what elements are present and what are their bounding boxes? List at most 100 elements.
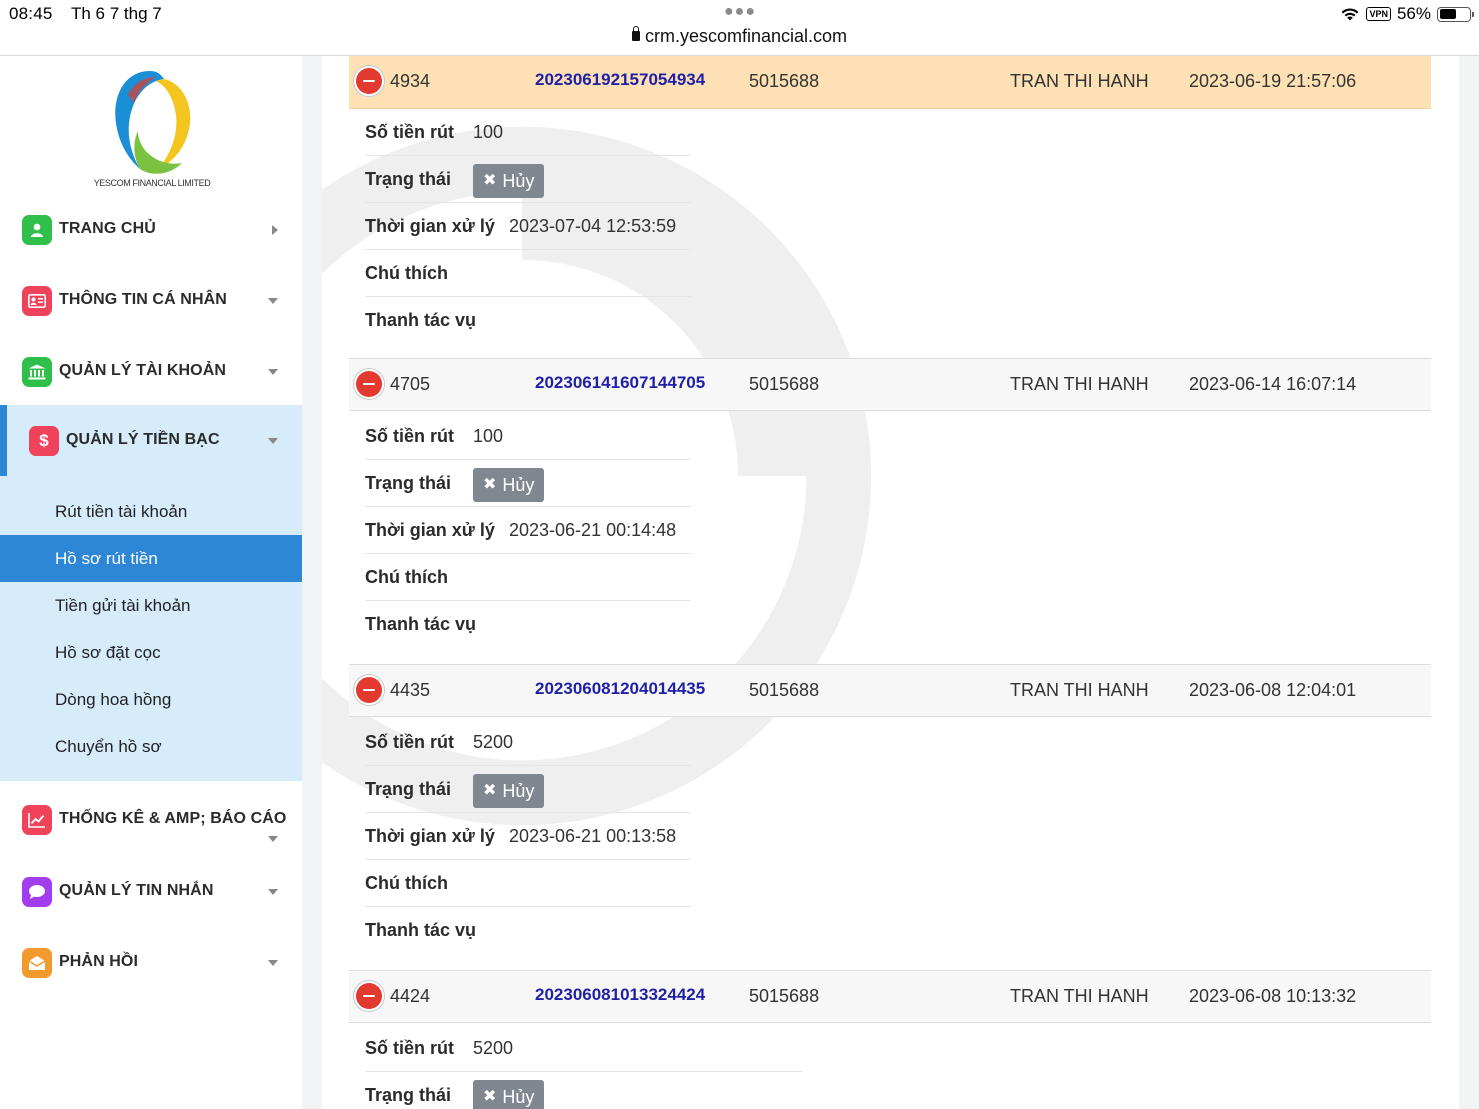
battery-level [1439,9,1456,19]
status-label: Trạng thái [365,779,452,799]
sidebar-item-money-management[interactable]: $ QUẢN LÝ TIỀN BẠC [7,411,302,471]
url-text: crm.yescomfinancial.com [644,26,848,46]
amount-label: Số tiền rút [365,122,454,142]
status-text: Hủy [502,781,535,801]
record-date: 2023-06-14 16:07:14 [1189,374,1357,394]
status-badge: ✖ Hủy [473,1080,545,1109]
more-dots-icon[interactable]: ●●● [724,3,756,21]
sidebar-item-home[interactable]: TRANG CHỦ [0,200,302,260]
record-name: TRAN THI HANH [1010,374,1149,394]
chevron-down-icon [268,438,278,444]
chevron-right-icon [272,225,278,235]
status-badge: ✖ Hủy [473,164,545,198]
status-row: Trạng thái ✖ Hủy [365,766,691,813]
record-code-link[interactable]: 202306081013324424 [535,985,705,1005]
amount-label: Số tiền rút [365,1038,454,1058]
user-icon [22,215,52,245]
submenu-item-withdraw-records[interactable]: Hồ sơ rút tiền [0,535,302,582]
submenu-item-withdraw[interactable]: Rút tiền tài khoản [0,488,302,535]
status-row: Trạng thái ✖ Hủy [365,1072,691,1109]
amount-row: Số tiền rút 100 [365,413,691,460]
sidebar-item-personal-info[interactable]: THÔNG TIN CÁ NHÂN [0,271,302,331]
submenu-item-deposit-records[interactable]: Hồ sơ đặt cọc [0,629,302,676]
chart-icon [22,805,52,835]
status-badge: ✖ Hủy [473,774,545,808]
collapse-icon[interactable] [356,677,382,703]
collapse-icon[interactable] [356,371,382,397]
amount-row: Số tiền rút 100 [365,109,691,156]
record-header-row[interactable]: 4934 202306192157054934 5015688 TRAN THI… [349,56,1431,109]
submenu-item-commission[interactable]: Dòng hoa hồng [0,676,302,723]
wifi-icon [1342,8,1359,21]
chevron-down-icon [268,889,278,895]
record-code-link[interactable]: 202306141607144705 [535,373,705,393]
record-id: 4435 [390,680,431,700]
chevron-down-icon [268,298,278,304]
note-row: Chú thích [365,250,691,297]
actions-label: Thanh tác vụ [365,920,477,940]
yescom-logo-icon [115,71,191,174]
submenu-item-transfer-records[interactable]: Chuyển hồ sơ [0,723,302,770]
chevron-down-icon [268,960,278,966]
submenu-label: Rút tiền tài khoản [55,502,188,521]
note-row: Chú thích [365,860,691,907]
submenu-label: Hồ sơ đặt cọc [55,643,161,662]
record-header-row[interactable]: 4705 202306141607144705 5015688 TRAN THI… [349,358,1431,411]
submenu-item-deposit[interactable]: Tiền gửi tài khoản [0,582,302,629]
sidebar-item-messages[interactable]: QUẢN LÝ TIN NHẮN [0,862,302,922]
status-text: Hủy [502,475,535,495]
status-label: Trạng thái [365,169,452,189]
envelope-icon [22,948,52,978]
record-account: 5015688 [749,71,820,91]
record-code-link[interactable]: 202306081204014435 [535,679,705,699]
address-bar[interactable]: crm.yescomfinancial.com [0,26,1479,47]
bank-icon [22,357,52,387]
main-area: 4934 202306192157054934 5015688 TRAN THI… [302,56,1479,1109]
record-account: 5015688 [749,986,820,1006]
amount-row: Số tiền rút 5200 [365,719,691,766]
status-row: Trạng thái ✖ Hủy [365,460,691,507]
sidebar-item-statistics[interactable]: THỐNG KÊ & AMP; BÁO CÁO [0,790,302,866]
record-date: 2023-06-19 21:57:06 [1189,71,1357,91]
record-header-row[interactable]: 4435 202306081204014435 5015688 TRAN THI… [349,664,1431,717]
sidebar-item-label: THÔNG TIN CÁ NHÂN [59,291,227,308]
close-icon: ✖ [483,782,497,799]
submenu-label: Hồ sơ rút tiền [55,549,158,568]
records-panel: 4934 202306192157054934 5015688 TRAN THI… [322,56,1459,1109]
status-date: Th 6 7 thg 7 [71,4,162,23]
message-icon [22,877,52,907]
amount-value: 100 [473,122,504,142]
sidebar-item-label: PHẢN HỒI [59,953,139,970]
sidebar-item-feedback[interactable]: PHẢN HỒI [0,933,302,993]
record-header-row[interactable]: 4424 202306081013324424 5015688 TRAN THI… [349,970,1431,1023]
processed-time-label: Thời gian xử lý [365,216,495,236]
close-icon: ✖ [483,1088,497,1105]
id-card-icon [22,286,52,316]
vpn-badge: VPN [1366,7,1391,21]
collapse-icon[interactable] [356,983,382,1009]
record-code-link[interactable]: 202306192157054934 [535,70,705,90]
note-row: Chú thích [365,554,691,601]
processed-time-value: 2023-06-21 00:14:48 [509,520,677,540]
battery-percent: 56% [1396,4,1431,23]
status-indicators: VPN 56% [1340,4,1474,24]
status-text: Hủy [502,1087,535,1107]
sidebar-item-label: THỐNG KÊ & AMP; BÁO CÁO [59,810,287,827]
record-name: TRAN THI HANH [1010,71,1149,91]
record-id: 4934 [390,71,431,91]
chevron-down-icon [268,836,278,842]
processed-time-value: 2023-06-21 00:13:58 [509,826,677,846]
collapse-icon[interactable] [356,68,382,94]
actions-row: Thanh tác vụ [365,907,691,954]
status-label: Trạng thái [365,1085,452,1105]
status-bar: 08:45 Th 6 7 thg 7 ●●● crm.yescomfinanci… [0,0,1479,56]
lock-icon [631,26,640,41]
status-time: 08:45 [9,4,53,23]
note-label: Chú thích [365,567,448,587]
actions-row: Thanh tác vụ [365,601,691,648]
record-name: TRAN THI HANH [1010,986,1149,1006]
sidebar-item-account-management[interactable]: QUẢN LÝ TÀI KHOẢN [0,342,302,402]
processed-time-label: Thời gian xử lý [365,826,495,846]
amount-value: 5200 [473,732,514,752]
status-badge: ✖ Hủy [473,468,545,502]
